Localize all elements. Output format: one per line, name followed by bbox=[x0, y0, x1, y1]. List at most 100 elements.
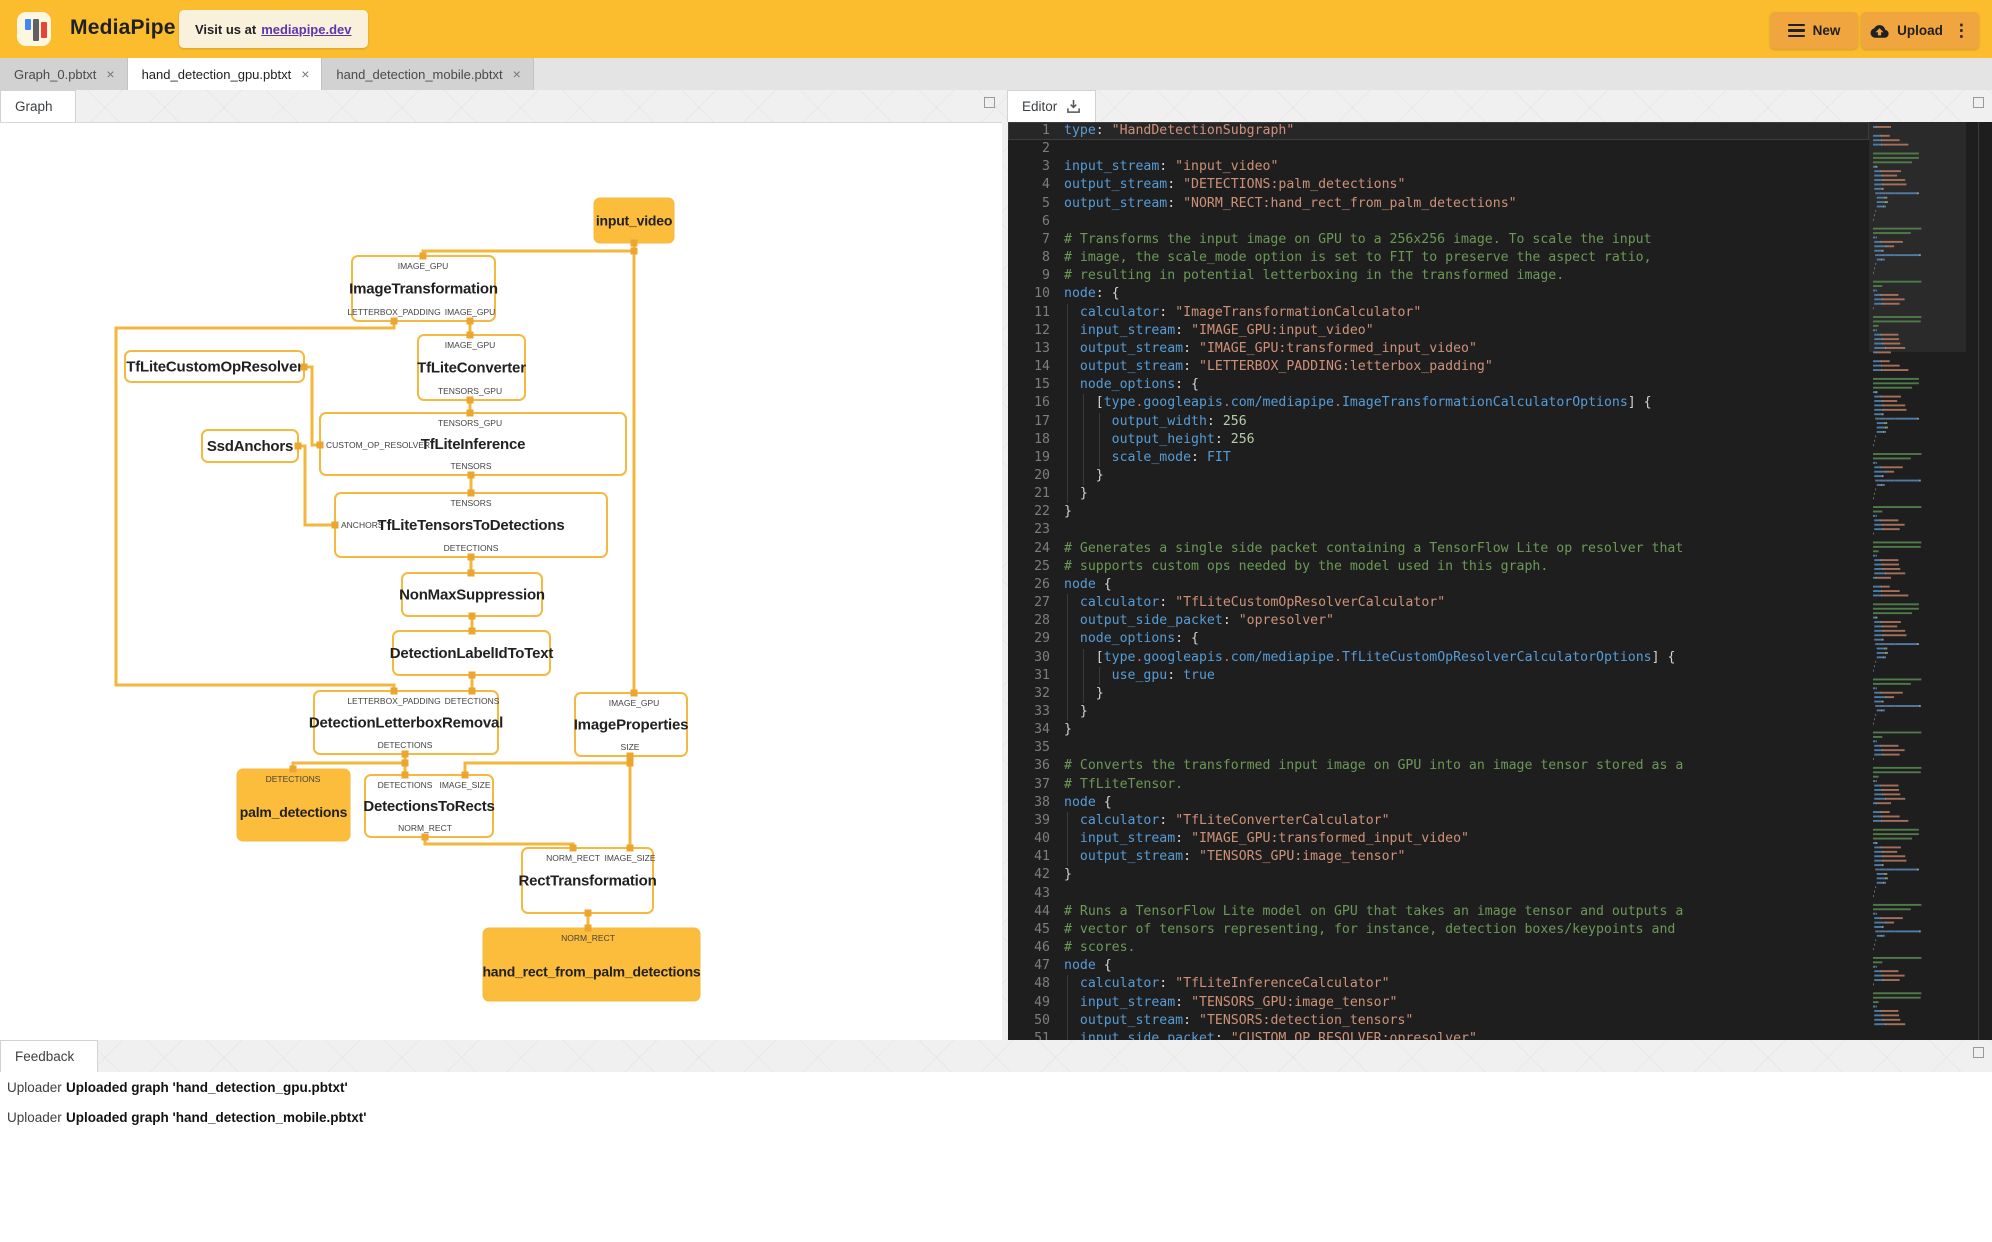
graph-node-TfLiteCustomOpResolver[interactable]: TfLiteCustomOpResolver bbox=[124, 350, 305, 383]
download-icon[interactable] bbox=[1066, 99, 1081, 114]
graph-canvas[interactable]: input_video IMAGE_GPU LETTERBOX_PADDING IMA… bbox=[0, 122, 1002, 1040]
svg-text:IMAGE_SIZE: IMAGE_SIZE bbox=[604, 853, 655, 863]
mediapipe-visualizer: MediaPipe Visit us at mediapipe.dev New … bbox=[0, 0, 1992, 1242]
new-button[interactable]: New bbox=[1770, 12, 1858, 49]
line-number: 50 bbox=[1034, 1012, 1050, 1028]
line-number: 12 bbox=[1034, 322, 1050, 338]
line-number: 40 bbox=[1034, 831, 1050, 847]
line-number: 34 bbox=[1034, 722, 1050, 738]
line-number: 4 bbox=[1042, 177, 1050, 193]
line-number: 7 bbox=[1042, 231, 1050, 247]
line-number: 21 bbox=[1034, 486, 1050, 502]
line-number: 5 bbox=[1042, 195, 1050, 211]
svg-text:TENSORS: TENSORS bbox=[450, 461, 491, 471]
upload-menu-kebab-icon[interactable]: ⋮ bbox=[1953, 21, 1970, 41]
graph-node-hand_rect_from_palm_detections[interactable]: NORM_RECT hand_rect_from_palm_detections bbox=[482, 927, 701, 1002]
graph-node-DetectionsToRects[interactable]: DETECTIONS IMAGE_SIZE NORM_RECT DetectionsT… bbox=[363, 774, 495, 838]
feedback-source: Uploader bbox=[7, 1079, 62, 1095]
svg-text:IMAGE_GPU: IMAGE_GPU bbox=[609, 698, 660, 708]
close-tab-icon[interactable]: × bbox=[106, 67, 114, 81]
svg-text:IMAGE_SIZE: IMAGE_SIZE bbox=[439, 780, 490, 790]
feedback-row: Uploader Uploaded graph 'hand_detection_m… bbox=[0, 1102, 1992, 1132]
close-tab-icon[interactable]: × bbox=[513, 67, 521, 81]
expand-graph-panel-icon[interactable] bbox=[984, 97, 995, 108]
logo-bar-gray bbox=[33, 19, 39, 41]
line-number: 51 bbox=[1034, 1030, 1050, 1040]
minimap[interactable] bbox=[1869, 122, 1966, 1040]
graph-node-SsdAnchors[interactable]: SsdAnchors bbox=[201, 429, 299, 463]
line-number: 27 bbox=[1034, 595, 1050, 611]
close-tab-icon[interactable]: × bbox=[301, 67, 309, 81]
panel-strip-top: Graph Editor bbox=[0, 90, 1992, 122]
code-line: 32 } bbox=[1008, 684, 1869, 703]
mediapipe-dev-link[interactable]: mediapipe.dev bbox=[261, 22, 351, 37]
code-line: 20 } bbox=[1008, 466, 1869, 486]
svg-text:IMAGE_GPU: IMAGE_GPU bbox=[445, 340, 496, 350]
line-number: 41 bbox=[1034, 849, 1050, 865]
line-number: 6 bbox=[1042, 213, 1050, 229]
upload-button[interactable]: Upload ⋮ bbox=[1861, 12, 1979, 49]
code-line: 5 output_stream: "NORM_RECT:hand_rect_fro… bbox=[1008, 195, 1869, 213]
graph-node-palm_detections[interactable]: DETECTIONS palm_detections bbox=[236, 768, 351, 842]
graph-node-title: DetectionLetterboxRemoval bbox=[309, 715, 503, 732]
editor-scrollbar[interactable] bbox=[1978, 122, 1979, 1040]
expand-editor-panel-icon[interactable] bbox=[1973, 97, 1984, 108]
feedback-message: Uploaded graph 'hand_detection_mobile.pb… bbox=[66, 1109, 367, 1125]
visit-text: Visit us at bbox=[195, 21, 257, 37]
code-line: 7 # Transforms the input image on GPU to … bbox=[1008, 231, 1869, 249]
code-line: 28 output_side_packet: "opresolver" bbox=[1008, 612, 1869, 631]
file-tab[interactable]: hand_detection_mobile.pbtxt × bbox=[322, 58, 534, 90]
graph-node-title: hand_rect_from_palm_detections bbox=[482, 964, 700, 980]
file-tab-bar: Graph_0.pbtxt × hand_detection_gpu.pbtxt × h… bbox=[0, 58, 1992, 90]
svg-text:LETTERBOX_PADDING: LETTERBOX_PADDING bbox=[347, 696, 440, 706]
line-number: 22 bbox=[1034, 504, 1050, 520]
line-number: 19 bbox=[1034, 449, 1050, 465]
svg-text:NORM_RECT: NORM_RECT bbox=[561, 933, 615, 943]
code-line: 38 node { bbox=[1008, 794, 1869, 812]
line-number: 16 bbox=[1034, 395, 1050, 411]
graph-node-NonMaxSuppression[interactable]: NonMaxSuppression bbox=[399, 572, 545, 617]
line-number: 17 bbox=[1034, 413, 1050, 429]
line-number: 46 bbox=[1034, 940, 1050, 956]
file-tab-label: hand_detection_mobile.pbtxt bbox=[336, 66, 503, 82]
feedback-row: Uploader Uploaded graph 'hand_detection_g… bbox=[0, 1072, 1992, 1102]
line-number: 11 bbox=[1034, 304, 1050, 320]
feedback-message: Uploaded graph 'hand_detection_gpu.pbtxt… bbox=[66, 1079, 348, 1095]
code-line: 40 input_stream: "IMAGE_GPU:transformed_… bbox=[1008, 830, 1869, 849]
code-editor[interactable]: 1 type: "HandDetectionSubgraph" 2 3 input_st… bbox=[1008, 122, 1992, 1040]
line-number: 8 bbox=[1042, 250, 1050, 266]
graph-node-input_video[interactable]: input_video bbox=[593, 197, 675, 244]
code-line: 33 } bbox=[1008, 703, 1869, 722]
line-number: 45 bbox=[1034, 921, 1050, 937]
graph-node-DetectionLetterboxRemoval[interactable]: LETTERBOX_PADDING DETECTIONS DETECTIONS Det… bbox=[309, 690, 503, 755]
graph-node-ImageTransformation[interactable]: IMAGE_GPU LETTERBOX_PADDING IMAGE_GPU Image… bbox=[347, 255, 498, 322]
graph-node-DetectionLabelIdToText[interactable]: DetectionLabelIdToText bbox=[390, 630, 554, 676]
line-number: 15 bbox=[1034, 377, 1050, 393]
expand-feedback-panel-icon[interactable] bbox=[1973, 1047, 1984, 1058]
code-line: 19 scale_mode: FIT bbox=[1008, 448, 1869, 467]
graph-node-TfLiteInference[interactable]: TENSORS_GPU TENSORS CUSTOM_OP_RESOLVERTfLi… bbox=[319, 412, 627, 476]
tab-graph[interactable]: Graph bbox=[0, 90, 76, 122]
graph-node-ImageProperties[interactable]: IMAGE_GPU SIZE ImageProperties bbox=[574, 692, 689, 757]
graph-node-title: ImageTransformation bbox=[349, 281, 498, 298]
svg-text:TENSORS: TENSORS bbox=[450, 498, 491, 508]
graph-node-TfLiteTensorsToDetections[interactable]: TENSORSDETECTIONSANCHORSTfLiteTensorsToD… bbox=[334, 492, 608, 558]
graph-node-title: SsdAnchors bbox=[207, 438, 293, 455]
svg-text:SIZE: SIZE bbox=[621, 742, 640, 752]
file-tab[interactable]: Graph_0.pbtxt × bbox=[0, 58, 128, 90]
graph-node-TfLiteConverter[interactable]: IMAGE_GPU TENSORS_GPU TfLiteConverter bbox=[417, 334, 526, 401]
file-tab[interactable]: hand_detection_gpu.pbtxt × bbox=[127, 58, 323, 90]
code-area[interactable]: 1 type: "HandDetectionSubgraph" 2 3 input_st… bbox=[1008, 122, 1869, 1040]
line-number: 25 bbox=[1034, 558, 1050, 574]
menu-icon bbox=[1787, 21, 1805, 41]
code-line: 49 input_stream: "TENSORS_GPU:image_tens… bbox=[1008, 993, 1869, 1012]
line-number: 24 bbox=[1034, 540, 1050, 556]
mediapipe-logo-icon[interactable] bbox=[17, 12, 51, 46]
tab-editor[interactable]: Editor bbox=[1007, 90, 1097, 122]
code-line: 4 output_stream: "DETECTIONS:palm_detecti… bbox=[1008, 176, 1869, 194]
graph-node-title: DetectionsToRects bbox=[363, 798, 494, 815]
graph-node-RectTransformation[interactable]: NORM_RECT IMAGE_SIZE RectTransformation bbox=[518, 847, 657, 914]
line-number: 9 bbox=[1042, 268, 1050, 284]
code-line: 25 # supports custom ops needed by the mo… bbox=[1008, 558, 1869, 576]
tab-feedback[interactable]: Feedback bbox=[0, 1040, 98, 1072]
